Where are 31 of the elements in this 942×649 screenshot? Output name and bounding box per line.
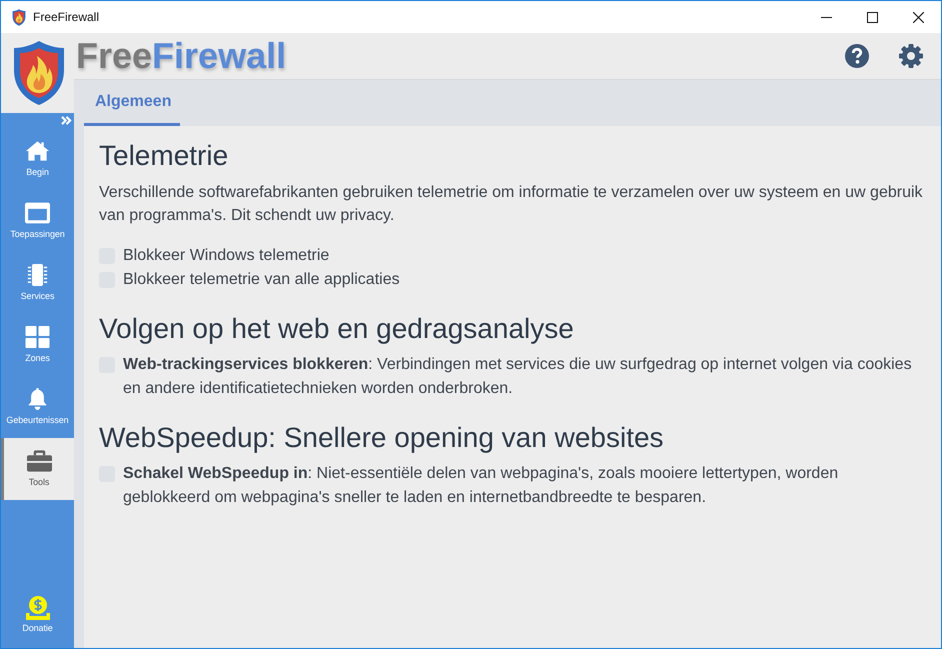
close-icon [912,12,924,22]
chip-icon [25,264,50,286]
section-heading: WebSpeedup: Snellere opening van websites [99,422,665,454]
section-heading: Volgen op het web en gedragsanalyse [99,313,575,345]
settings-icon[interactable] [899,44,923,68]
section-description: Verschillende softwarefabrikanten gebruiken telemetrie om informatie te verzamelen over uw systeem en uw gebruik van programma's. Dit schendt uw privacy. [99,183,924,226]
option-label: Blokkeer Windows telemetrie [123,246,330,266]
double-chevron-icon[interactable] [61,116,72,125]
window-title: FreeFirewall [33,10,100,24]
toolbox-icon [26,450,52,472]
sidebar-item[interactable]: Toepassingen [1,190,74,252]
option-label: Web-trackingservices blokkeren: Verbindingen met services die uw surfgedrag op internet volgen via cookies en andere identificatietechnieken worden onderbroken. [123,355,913,399]
shield-flame-icon [12,8,26,26]
sidebar-item[interactable]: Gebeurtenissen [1,376,74,438]
app-logo-text: FreeFirewall [76,36,286,76]
minimize-icon [820,16,832,18]
option-label: Schakel WebSpeedup in: Niet-essentiële delen van webpagina's, zoals mooiere lettertypen, worden geblokkeerd om webpagina's sneller te laden en internetbandbreedte te besparen. [123,464,840,508]
sidebar-item[interactable]: Zones [1,314,74,376]
coin-icon [24,596,50,620]
option-label: Blokkeer telemetrie van alle applicaties [123,270,401,290]
window-icon [25,202,50,224]
sidebar-item[interactable]: Begin [1,128,74,190]
section-heading: Telemetrie [99,140,230,172]
maximize-icon [866,12,878,22]
grid-icon [25,326,50,348]
house-icon [25,140,50,162]
sidebar-item[interactable]: Services [1,252,74,314]
help-icon[interactable] [845,44,869,68]
sidebar-item[interactable]: Tools [1,438,74,500]
shield-flame-icon [12,40,66,106]
sidebar-item[interactable]: Donatie [1,596,74,648]
